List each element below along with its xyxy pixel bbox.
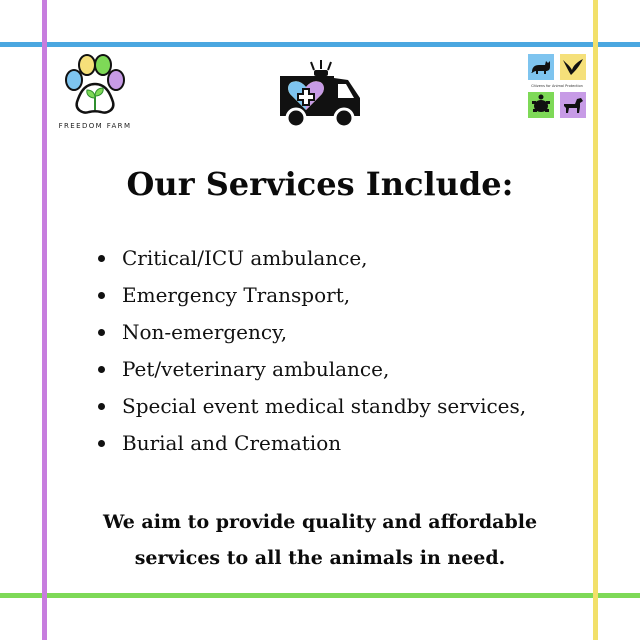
dog-icon [564, 98, 583, 113]
top-border-line [0, 42, 640, 47]
service-label: Pet/veterinary ambulance, [122, 357, 390, 381]
bullet-icon [98, 329, 105, 336]
freedom-farm-text: FREEDOM FARM [58, 122, 132, 130]
citizens-animal-protection-text: Citizens for Animal Protection [531, 84, 583, 88]
service-label: Emergency Transport, [122, 283, 351, 307]
service-label: Burial and Cremation [122, 431, 342, 455]
tagline: We aim to provide quality and affordable… [60, 504, 580, 576]
freedom-farm-logo: FREEDOM FARM [50, 52, 140, 134]
services-title: Our Services Include: [126, 165, 514, 203]
bullet-icon [98, 366, 105, 373]
service-item: Pet/veterinary ambulance, [98, 351, 578, 388]
services-list: Critical/ICU ambulance, Emergency Transp… [98, 240, 578, 462]
bullet-icon [98, 255, 105, 262]
service-item: Burial and Cremation [98, 425, 578, 462]
service-label: Special event medical standby services, [122, 394, 527, 418]
right-border-line [593, 0, 598, 640]
ambulance-logo [276, 58, 366, 130]
bullet-icon [98, 292, 105, 299]
turtle-tile [528, 92, 554, 118]
tagline-line-2: services to all the animals in need. [134, 547, 506, 569]
bottom-border-line [0, 593, 640, 598]
paw-toe-green [94, 54, 112, 76]
service-item: Special event medical standby services, [98, 388, 578, 425]
bullet-icon [98, 403, 105, 410]
citizens-animal-protection-logo: Citizens for Animal Protection [528, 54, 588, 122]
cat-tile [528, 54, 554, 80]
tagline-line-1: We aim to provide quality and affordable [102, 511, 538, 533]
paw-toe-blue [65, 69, 83, 91]
ambulance-heart-icon [280, 60, 360, 129]
service-label: Critical/ICU ambulance, [122, 246, 368, 270]
dog-tile [560, 92, 586, 118]
service-item: Emergency Transport, [98, 277, 578, 314]
paw-sprout-icon [65, 54, 125, 114]
bird-tile [560, 54, 586, 80]
paw-toe-yellow [78, 54, 96, 76]
left-border-line [42, 0, 47, 640]
service-item: Non-emergency, [98, 314, 578, 351]
bullet-icon [98, 440, 105, 447]
service-label: Non-emergency, [122, 320, 288, 344]
bird-icon [563, 59, 583, 75]
turtle-icon [532, 94, 550, 112]
paw-toe-purple [107, 69, 125, 91]
cat-icon [531, 61, 550, 74]
service-item: Critical/ICU ambulance, [98, 240, 578, 277]
